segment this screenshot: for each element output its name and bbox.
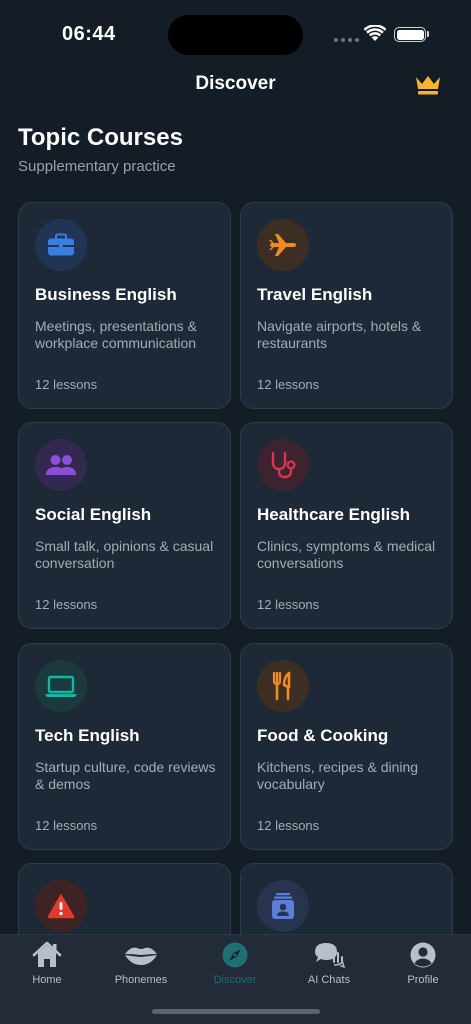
fork-knife-icon <box>272 671 291 701</box>
briefcase-icon <box>48 233 74 256</box>
status-bar: 06:44 <box>0 0 471 70</box>
tab-label: Phonemes <box>114 974 168 986</box>
lesson-count: 12 lessons <box>257 377 320 392</box>
course-card-social[interactable]: Social English Small talk, opinions & ca… <box>18 422 231 629</box>
crown-icon[interactable] <box>413 72 443 98</box>
lesson-count: 12 lessons <box>35 597 98 612</box>
course-card-food[interactable]: Food & Cooking Kitchens, recipes & dinin… <box>240 643 453 850</box>
course-card-travel[interactable]: Travel English Navigate airports, hotels… <box>240 202 453 409</box>
lesson-count: 12 lessons <box>257 597 320 612</box>
tab-label: Discover <box>213 974 257 986</box>
tab-ai-chats[interactable]: AI Chats <box>282 935 376 995</box>
tab-phonemes[interactable]: Phonemes <box>94 935 188 995</box>
course-card-business[interactable]: Business English Meetings, presentations… <box>18 202 231 409</box>
icon-container <box>257 660 309 712</box>
icon-container <box>35 219 87 271</box>
course-description: Kitchens, recipes & dining vocabulary <box>257 759 419 792</box>
tab-discover[interactable]: Discover <box>188 935 282 995</box>
airplane-icon <box>269 234 296 256</box>
course-title: Tech English <box>35 726 140 745</box>
lesson-count: 12 lessons <box>35 818 98 833</box>
compass-icon <box>222 942 248 968</box>
stethoscope-icon <box>271 451 296 479</box>
icon-container <box>35 660 87 712</box>
course-title: Food & Cooking <box>257 726 389 745</box>
people-icon <box>46 455 76 475</box>
cellular-signal-icon <box>334 38 359 42</box>
icon-container <box>257 439 309 491</box>
person-icon <box>410 942 436 968</box>
house-icon <box>32 941 62 967</box>
lips-icon <box>125 947 157 965</box>
course-card-healthcare[interactable]: Healthcare English Clinics, symptoms & m… <box>240 422 453 629</box>
icon-container <box>257 219 309 271</box>
course-description: Navigate airports, hotels & restaurants <box>257 318 422 351</box>
warning-icon <box>47 894 75 919</box>
wifi-icon <box>364 25 386 41</box>
tab-home[interactable]: Home <box>0 935 94 995</box>
icon-container <box>35 439 87 491</box>
course-title: Social English <box>35 505 152 524</box>
section-title: Topic Courses <box>18 124 183 151</box>
lesson-count: 12 lessons <box>35 377 98 392</box>
laptop-icon <box>45 675 77 697</box>
icon-container <box>35 880 87 932</box>
tab-profile[interactable]: Profile <box>376 935 470 995</box>
status-time: 06:44 <box>62 23 116 45</box>
course-description: Clinics, symptoms & medical conversation… <box>257 538 436 571</box>
page-title: Discover <box>195 73 276 94</box>
chat-bubbles-icon <box>315 943 345 969</box>
course-title: Business English <box>35 285 177 304</box>
course-title: Healthcare English <box>257 505 411 524</box>
tab-label: AI Chats <box>307 974 351 986</box>
icon-container <box>257 880 309 932</box>
course-title: Travel English <box>257 285 373 304</box>
discover-screen: 06:44 Discover Topic Courses Supplementa… <box>0 0 471 1024</box>
course-card-tech[interactable]: Tech English Startup culture, code revie… <box>18 643 231 850</box>
lesson-count: 12 lessons <box>257 818 320 833</box>
tab-label: Home <box>32 974 62 986</box>
course-description: Small talk, opinions & casual conversati… <box>35 538 214 571</box>
home-indicator <box>152 1009 320 1014</box>
section-subtitle: Supplementary practice <box>18 158 176 175</box>
battery-icon <box>394 27 426 42</box>
course-description: Meetings, presentations & workplace comm… <box>35 318 197 351</box>
course-description: Startup culture, code reviews & demos <box>35 759 216 792</box>
contact-card-icon <box>272 893 294 919</box>
tab-label: Profile <box>407 974 439 986</box>
dynamic-island <box>168 15 303 55</box>
